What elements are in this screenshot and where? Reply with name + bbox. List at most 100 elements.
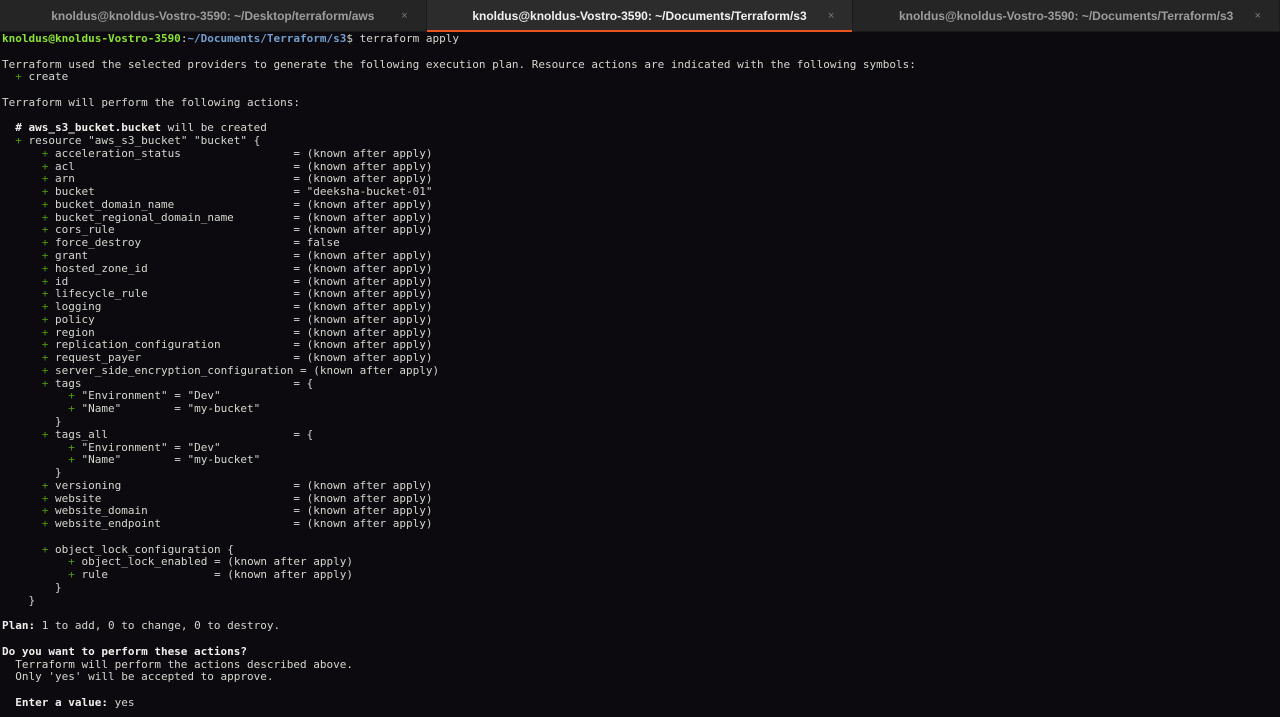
- equals: =: [141, 351, 307, 365]
- enter-value-input[interactable]: yes: [108, 696, 135, 709]
- equals: =: [293, 363, 314, 377]
- equals: =: [207, 555, 228, 569]
- intro-line: Terraform used the selected providers to…: [2, 57, 1276, 72]
- prompt-line: knoldus@knoldus-Vostro-3590:~/Documents/…: [2, 32, 1276, 46]
- attribute-value: "deeksha-bucket-01": [306, 185, 433, 199]
- attribute-value: (known after apply): [313, 363, 440, 377]
- equals: =: [167, 453, 188, 467]
- attribute-key: arn: [55, 172, 75, 186]
- input-line: Enter a value: yes: [2, 695, 1276, 710]
- command-text: terraform apply: [359, 32, 459, 45]
- tab-documents-terraform-s3-active[interactable]: knoldus@knoldus-Vostro-3590: ~/Documents…: [426, 0, 854, 32]
- attribute-key: object_lock_enabled: [81, 555, 208, 569]
- equals: =: [121, 478, 307, 492]
- attribute-key: bucket_domain_name: [55, 197, 175, 211]
- close-icon[interactable]: ×: [828, 9, 834, 23]
- attribute-key: acceleration_status: [55, 146, 181, 160]
- enter-value-label: Enter a value:: [15, 695, 108, 709]
- attribute-value: (known after apply): [306, 325, 433, 339]
- attribute-key: force_destroy: [55, 236, 142, 250]
- equals: =: [74, 159, 307, 173]
- attribute-key: tags: [55, 376, 82, 390]
- equals: =: [147, 287, 307, 301]
- equals: =: [74, 172, 307, 186]
- tab-label: knoldus@knoldus-Vostro-3590: ~/Documents…: [472, 9, 807, 23]
- prompt-dollar: $: [346, 32, 360, 45]
- attribute-value: (known after apply): [306, 300, 433, 314]
- attribute-key: cors_rule: [55, 223, 115, 237]
- close-icon[interactable]: ×: [401, 9, 407, 23]
- attribute-key: region: [55, 325, 95, 339]
- terminal-output[interactable]: knoldus@knoldus-Vostro-3590:~/Documents/…: [2, 32, 1276, 717]
- question-detail: Terraform will perform the actions descr…: [2, 657, 353, 671]
- equals: =: [180, 146, 307, 160]
- attribute-value: {: [306, 376, 314, 390]
- tab-desktop-terraform-aws[interactable]: knoldus@knoldus-Vostro-3590: ~/Desktop/t…: [0, 0, 427, 32]
- attribute-value: (known after apply): [227, 568, 354, 582]
- tab-label: knoldus@knoldus-Vostro-3590: ~/Desktop/t…: [51, 9, 375, 23]
- map-value: "Dev": [187, 389, 221, 403]
- will-perform-line: Terraform will perform the following act…: [2, 96, 1276, 110]
- attribute-key: website_domain: [55, 504, 148, 518]
- equals: =: [167, 402, 188, 416]
- equals: =: [107, 427, 307, 441]
- attribute-key: request_payer: [55, 351, 142, 365]
- close-icon[interactable]: ×: [1255, 9, 1261, 23]
- brace: }: [28, 593, 36, 607]
- plus-symbol: +: [68, 453, 75, 467]
- map-value: "Dev": [187, 440, 221, 454]
- equals: =: [233, 210, 307, 224]
- terminal-tab-bar: knoldus@knoldus-Vostro-3590: ~/Desktop/t…: [0, 0, 1280, 32]
- plan-summary: 1 to add, 0 to change, 0 to destroy.: [35, 619, 281, 633]
- map-value: "my-bucket": [187, 453, 261, 467]
- attribute-value: (known after apply): [306, 223, 433, 237]
- resource-declaration: resource "aws_s3_bucket" "bucket" {: [21, 134, 261, 148]
- prompt-user-host: knoldus@knoldus-Vostro-3590: [2, 32, 181, 45]
- symbol-legend-line: + create: [2, 70, 1276, 84]
- intro-text: Terraform used the selected providers to…: [2, 57, 916, 71]
- map-key: "Environment": [81, 389, 168, 403]
- attribute-value: (known after apply): [306, 146, 433, 160]
- tab-documents-terraform-s3[interactable]: knoldus@knoldus-Vostro-3590: ~/Documents…: [853, 0, 1280, 32]
- equals: =: [81, 376, 307, 390]
- map-key: "Environment": [81, 440, 168, 454]
- attribute-value: (known after apply): [306, 312, 433, 326]
- equals: =: [174, 197, 307, 211]
- attribute-key: logging: [55, 300, 102, 314]
- attribute-value: (known after apply): [306, 478, 433, 492]
- attribute-value: (known after apply): [227, 555, 354, 569]
- resource-comment-rest: will be created: [160, 121, 267, 135]
- map-entry-line: + "Name" = "my-bucket": [2, 402, 1276, 416]
- equals: =: [207, 568, 228, 582]
